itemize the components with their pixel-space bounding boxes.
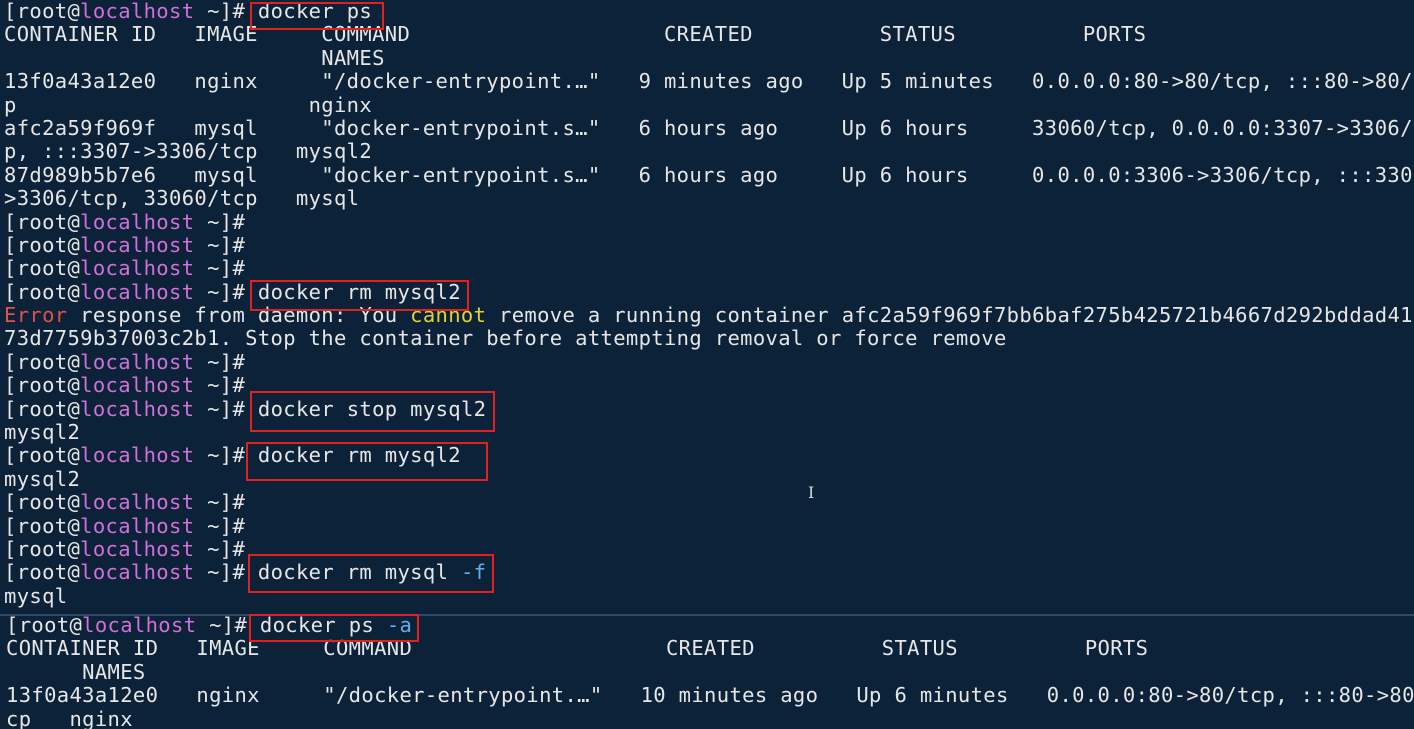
- hostname: localhost: [80, 513, 195, 538]
- terminal-pane-bottom[interactable]: [root@localhost ~]# docker ps -a CONTAIN…: [6, 614, 1414, 729]
- prompt-line: [root@localhost ~]# docker stop mysql2: [4, 396, 487, 421]
- hostname: localhost: [80, 232, 195, 257]
- hostname: localhost: [80, 0, 195, 23]
- ps-row-wrap: p nginx: [4, 92, 373, 117]
- command-docker-ps-a: docker ps: [259, 614, 375, 637]
- prompt-line: [root@localhost ~]# docker ps -a: [6, 614, 413, 637]
- command-output: mysql: [4, 583, 68, 608]
- hostname: localhost: [80, 560, 195, 585]
- hostname: localhost: [80, 209, 195, 234]
- prompt-line: [root@localhost ~]#: [4, 490, 246, 515]
- command-output: mysql2: [4, 420, 81, 445]
- prompt-line: [root@localhost ~]# docker rm mysql -f: [4, 560, 487, 585]
- text-cursor-icon: I: [808, 483, 815, 502]
- prompt-line: [root@localhost ~]#: [4, 232, 246, 257]
- terminal-pane-top[interactable]: [root@localhost ~]# docker ps CONTAINER …: [4, 0, 1414, 608]
- prompt-line: [root@localhost ~]#: [4, 349, 246, 374]
- error-label: Error: [4, 303, 68, 328]
- hostname: localhost: [80, 443, 195, 468]
- hostname: localhost: [82, 614, 197, 637]
- prompt-line: [root@localhost ~]#: [4, 256, 246, 281]
- ps-row: 13f0a43a12e0 nginx "/docker-entrypoint.……: [4, 69, 1414, 94]
- error-line-continued: 73d7759b37003c2b1. Stop the container be…: [4, 326, 1007, 351]
- prompt-line: [root@localhost ~]#: [4, 513, 246, 538]
- ps-header-names: NAMES: [6, 659, 146, 684]
- force-flag: -f: [460, 560, 487, 585]
- error-keyword: cannot: [410, 303, 487, 328]
- ps-header: CONTAINER ID IMAGE COMMAND CREATED STATU…: [6, 636, 1149, 661]
- ps-header: CONTAINER ID IMAGE COMMAND CREATED STATU…: [4, 22, 1147, 47]
- ps-row-wrap: >3306/tcp, 33060/tcp mysql: [4, 186, 360, 211]
- prompt-line: [root@localhost ~]# docker rm mysql2: [4, 443, 461, 468]
- ps-header-names: NAMES: [4, 45, 385, 70]
- ps-row: 13f0a43a12e0 nginx "/docker-entrypoint.……: [6, 683, 1414, 708]
- command-docker-stop-mysql2: docker stop mysql2: [257, 396, 487, 421]
- hostname: localhost: [80, 279, 195, 304]
- all-flag: -a: [386, 614, 413, 637]
- command-docker-rm-mysql2-again: docker rm mysql2: [257, 443, 461, 468]
- command-docker-ps: docker ps: [257, 0, 373, 23]
- hostname: localhost: [80, 396, 195, 421]
- prompt-line: [root@localhost ~]#: [4, 536, 246, 561]
- hostname: localhost: [80, 373, 195, 398]
- ps-row: afc2a59f969f mysql "docker-entrypoint.s……: [4, 115, 1414, 140]
- ps-row: 87d989b5b7e6 mysql "docker-entrypoint.s……: [4, 162, 1414, 187]
- terminal-window[interactable]: [root@localhost ~]# docker ps CONTAINER …: [0, 0, 1414, 729]
- hostname: localhost: [80, 349, 195, 374]
- hostname: localhost: [80, 536, 195, 561]
- command-output: mysql2: [4, 466, 81, 491]
- ps-row-wrap: p, :::3307->3306/tcp mysql2: [4, 139, 373, 164]
- ps-row-wrap: cp nginx: [6, 706, 133, 729]
- prompt-line: [root@localhost ~]# docker ps: [4, 0, 373, 23]
- error-line: Error response from daemon: You cannot r…: [4, 303, 1414, 328]
- prompt-line: [root@localhost ~]#: [4, 373, 246, 398]
- command-docker-rm-mysql2: docker rm mysql2: [257, 279, 461, 304]
- hostname: localhost: [80, 490, 195, 515]
- prompt-line: [root@localhost ~]#: [4, 209, 246, 234]
- command-docker-rm-mysql-force: docker rm mysql: [257, 560, 449, 585]
- hostname: localhost: [80, 256, 195, 281]
- prompt-line: [root@localhost ~]# docker rm mysql2: [4, 279, 461, 304]
